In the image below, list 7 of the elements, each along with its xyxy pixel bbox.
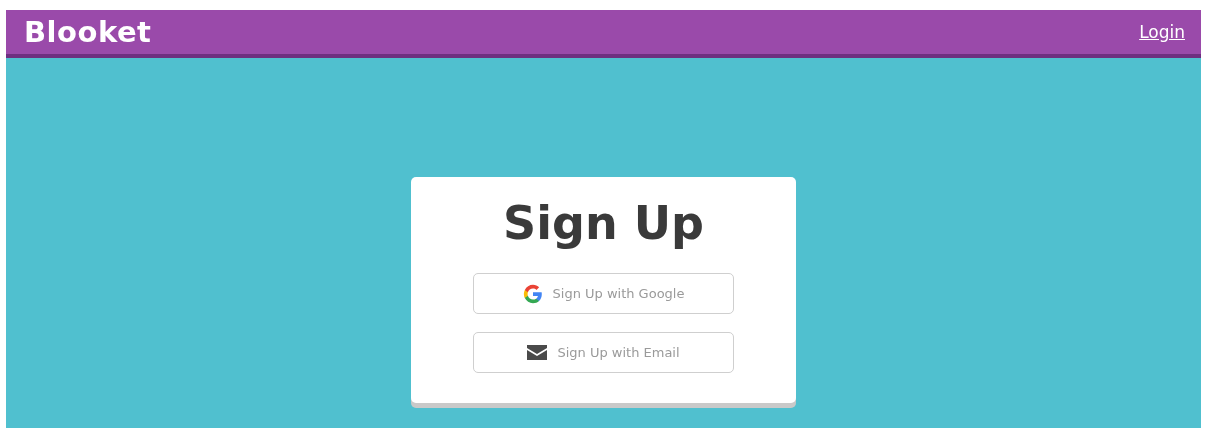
envelope-icon xyxy=(527,345,548,360)
login-link[interactable]: Login xyxy=(1139,22,1185,42)
google-signup-button[interactable]: Sign Up with Google xyxy=(473,273,734,314)
logo[interactable]: Blooket xyxy=(24,15,152,49)
card-title: Sign Up xyxy=(503,195,704,252)
email-signup-button[interactable]: Sign Up with Email xyxy=(473,332,734,373)
google-icon xyxy=(522,283,543,304)
